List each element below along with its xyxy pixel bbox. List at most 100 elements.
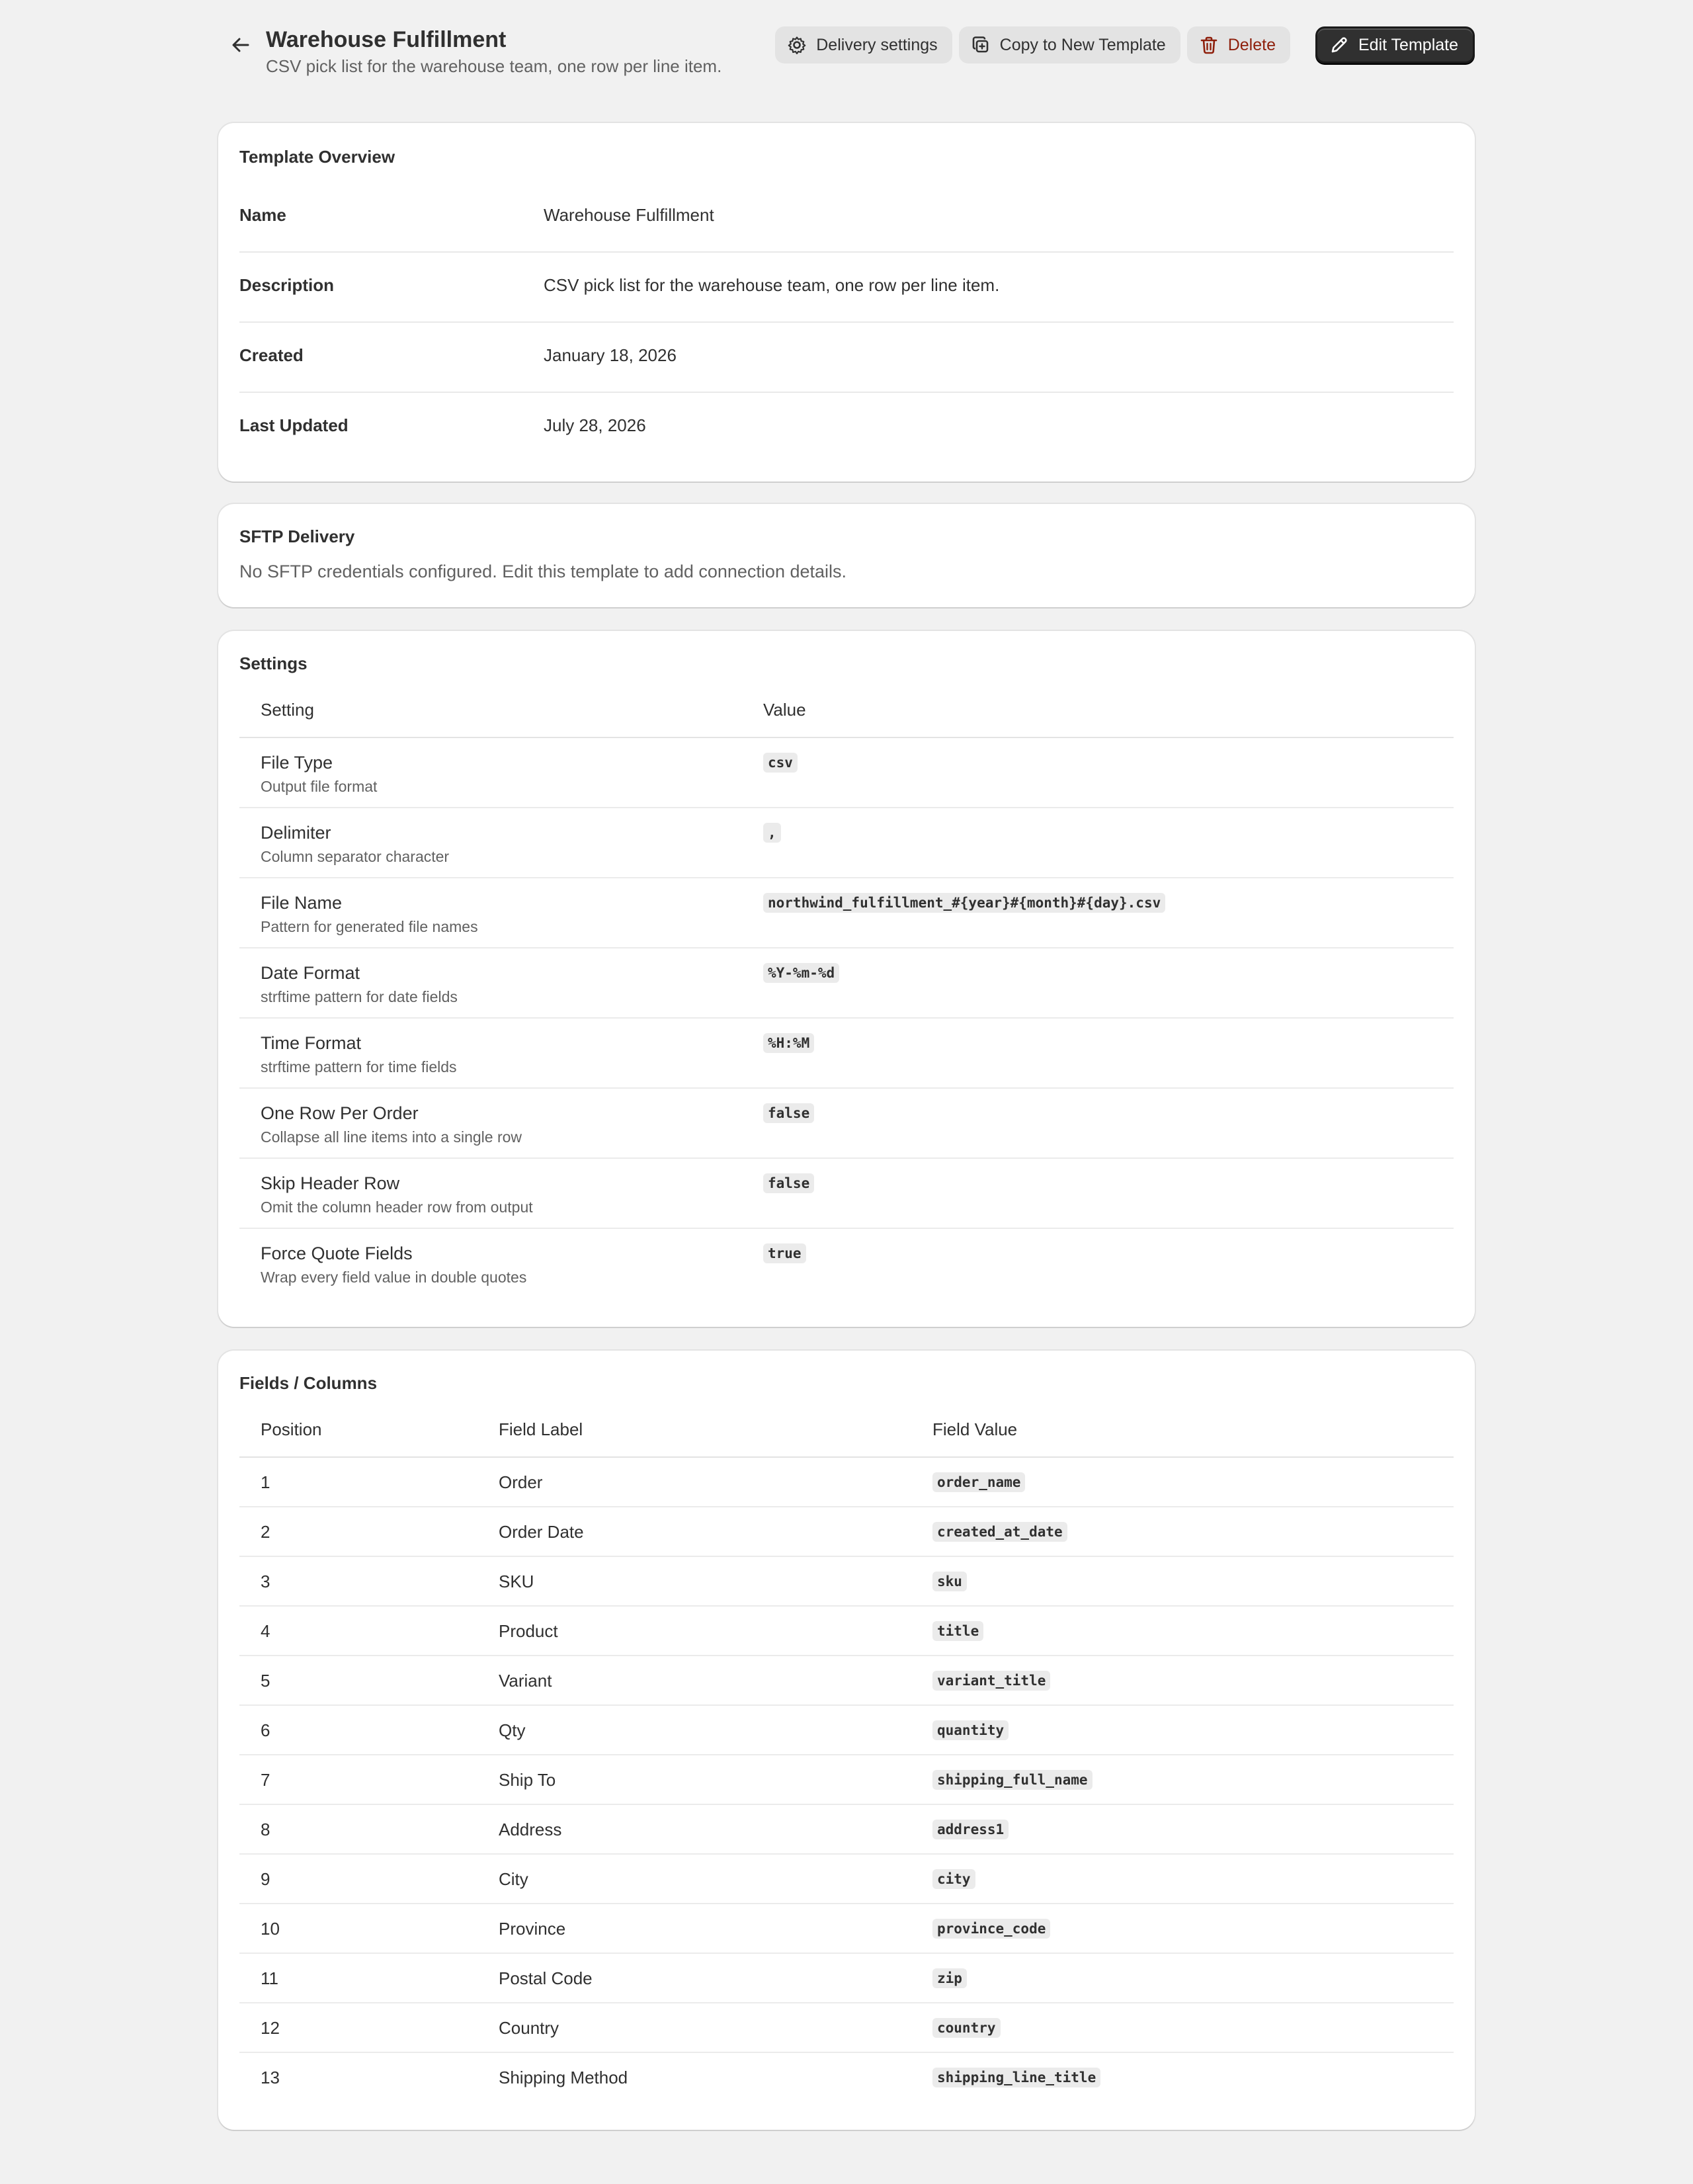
column-header-position: Position — [261, 1419, 322, 1439]
table-row: Force Quote Fields Wrap every field valu… — [239, 1229, 1454, 1299]
column-header-field-label: Field Label — [499, 1419, 583, 1439]
setting-description: Column separator character — [261, 848, 450, 865]
overview-label: Name — [239, 205, 286, 225]
setting-description: Output file format — [261, 778, 378, 795]
page-title: Warehouse Fulfillment — [266, 27, 507, 52]
field-position: 5 — [261, 1671, 270, 1691]
delivery-settings-label: Delivery settings — [816, 35, 938, 54]
table-row: 4 Product title — [239, 1607, 1454, 1656]
field-label: SKU — [499, 1572, 534, 1591]
pencil-icon — [1331, 37, 1347, 53]
field-label: Postal Code — [499, 1968, 593, 1988]
table-row: File Type Output file format csv — [239, 738, 1454, 808]
overview-row: Name Warehouse Fulfillment — [239, 183, 1454, 253]
field-value: title — [932, 1621, 984, 1641]
field-value: created_at_date — [932, 1522, 1067, 1542]
overview-row: Description CSV pick list for the wareho… — [239, 253, 1454, 323]
settings-table-body: File Type Output file format csv Delimit… — [239, 738, 1454, 1299]
field-label: Product — [499, 1621, 558, 1641]
template-detail-page: Warehouse Fulfillment CSV pick list for … — [218, 0, 1475, 2130]
overview-value: January 18, 2026 — [544, 345, 677, 365]
field-value: city — [932, 1869, 975, 1889]
table-row: 2 Order Date created_at_date — [239, 1507, 1454, 1557]
field-label: Qty — [499, 1720, 526, 1740]
field-label: Address — [499, 1820, 562, 1839]
field-position: 7 — [261, 1770, 270, 1790]
overview-label: Description — [239, 275, 335, 295]
table-row: Delimiter Column separator character , — [239, 808, 1454, 878]
table-row: 8 Address address1 — [239, 1805, 1454, 1855]
setting-value: false — [763, 1103, 815, 1123]
copy-template-label: Copy to New Template — [999, 35, 1166, 54]
overview-value: CSV pick list for the warehouse team, on… — [544, 275, 1000, 295]
field-position: 2 — [261, 1522, 270, 1542]
delivery-settings-button[interactable]: Delivery settings — [775, 26, 952, 63]
field-label: Province — [499, 1919, 566, 1939]
setting-name: Delimiter — [261, 823, 331, 843]
field-label: City — [499, 1869, 528, 1889]
settings-table-header: Setting Value — [239, 680, 1454, 738]
settings-card: Settings Setting Value File Type Output … — [218, 631, 1475, 1327]
table-row: 13 Shipping Method shipping_line_title — [239, 2053, 1454, 2103]
setting-name: File Name — [261, 893, 343, 913]
settings-title: Settings — [239, 653, 308, 673]
gear-icon — [788, 36, 806, 54]
table-row: 9 City city — [239, 1855, 1454, 1904]
table-row: 10 Province province_code — [239, 1904, 1454, 1954]
overview-label: Created — [239, 345, 304, 365]
field-position: 3 — [261, 1572, 270, 1591]
back-button[interactable] — [224, 28, 258, 62]
table-row: 6 Qty quantity — [239, 1706, 1454, 1755]
setting-description: Collapse all line items into a single ro… — [261, 1128, 522, 1146]
table-row: Date Format strftime pattern for date fi… — [239, 948, 1454, 1019]
field-value: zip — [932, 1968, 967, 1988]
table-row: One Row Per Order Collapse all line item… — [239, 1089, 1454, 1159]
setting-description: Omit the column header row from output — [261, 1198, 533, 1216]
table-row: 1 Order order_name — [239, 1458, 1454, 1507]
field-label: Order — [499, 1472, 543, 1492]
table-row: 3 SKU sku — [239, 1557, 1454, 1607]
field-position: 9 — [261, 1869, 270, 1889]
field-value: shipping_full_name — [932, 1770, 1093, 1790]
fields-title: Fields / Columns — [239, 1373, 378, 1393]
overview-list: Name Warehouse Fulfillment Description C… — [239, 183, 1454, 463]
field-label: Country — [499, 2018, 559, 2038]
setting-value: northwind_fulfillment_#{year}#{month}#{d… — [763, 893, 1166, 913]
arrow-left-icon — [232, 38, 249, 52]
setting-name: Skip Header Row — [261, 1173, 400, 1193]
sftp-title: SFTP Delivery — [239, 526, 355, 546]
field-value: variant_title — [932, 1671, 1051, 1691]
sftp-delivery-card: SFTP Delivery No SFTP credentials config… — [218, 504, 1475, 607]
overview-label: Last Updated — [239, 415, 349, 435]
header-actions: Delivery settings Copy to New Template D… — [775, 26, 1475, 63]
setting-description: Wrap every field value in double quotes — [261, 1269, 527, 1286]
setting-value: %Y-%m-%d — [763, 963, 840, 983]
edit-template-button[interactable]: Edit Template — [1315, 26, 1475, 63]
column-header-field-value: Field Value — [932, 1419, 1018, 1439]
column-header-setting: Setting — [261, 700, 314, 720]
copy-template-button[interactable]: Copy to New Template — [958, 26, 1180, 63]
overview-row: Last Updated July 28, 2026 — [239, 393, 1454, 463]
delete-button[interactable]: Delete — [1186, 26, 1290, 63]
page-subtitle: CSV pick list for the warehouse team, on… — [266, 56, 722, 76]
field-label: Order Date — [499, 1522, 584, 1542]
field-value: sku — [932, 1572, 967, 1591]
fields-table-body: 1 Order order_name 2 Order Date created_… — [239, 1458, 1454, 2103]
field-position: 11 — [261, 1968, 278, 1988]
setting-name: One Row Per Order — [261, 1103, 419, 1123]
setting-name: File Type — [261, 753, 333, 773]
table-row: 5 Variant variant_title — [239, 1656, 1454, 1706]
template-overview-card: Template Overview Name Warehouse Fulfill… — [218, 123, 1475, 482]
field-position: 13 — [261, 2068, 280, 2087]
copy-icon — [972, 36, 988, 53]
trash-icon — [1200, 36, 1218, 54]
setting-value: %H:%M — [763, 1033, 815, 1053]
field-position: 6 — [261, 1720, 270, 1740]
field-position: 10 — [261, 1919, 280, 1939]
setting-value: false — [763, 1173, 815, 1193]
setting-name: Force Quote Fields — [261, 1243, 413, 1263]
field-position: 1 — [261, 1472, 270, 1492]
table-row: 12 Country country — [239, 2003, 1454, 2053]
setting-value: csv — [763, 753, 798, 773]
field-value: address1 — [932, 1820, 1009, 1839]
